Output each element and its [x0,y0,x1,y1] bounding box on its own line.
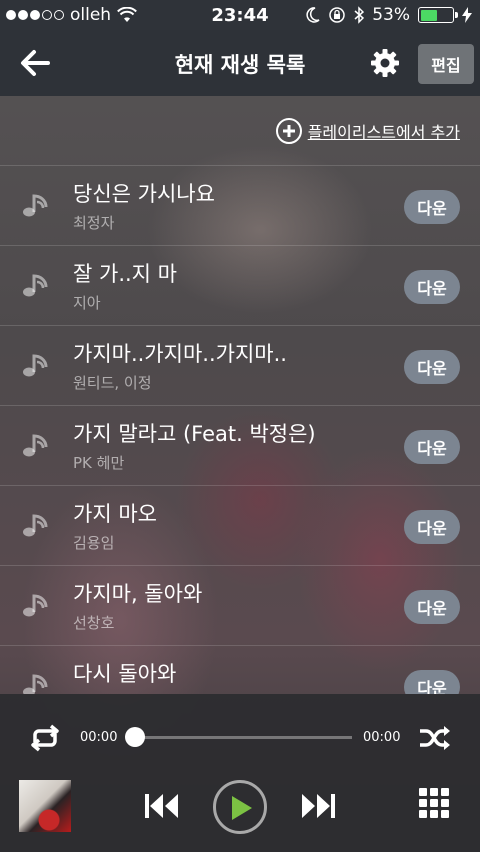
download-button[interactable]: 다운 [404,510,460,544]
music-note-icon [23,434,48,457]
song-title: 잘 가..지 마 [73,262,177,286]
album-art-thumbnail[interactable] [19,780,71,832]
music-note-icon [23,514,48,537]
song-artist: 원티드, 이정 [73,374,152,392]
play-icon [232,796,252,820]
download-button[interactable]: 다운 [404,350,460,384]
progress-track[interactable] [134,736,352,739]
rotation-lock-icon [329,7,345,23]
status-bar: olleh 23:44 53% [0,0,480,30]
song-row[interactable]: 가지 마오김용임 다운 [0,486,480,566]
repeat-icon[interactable] [28,724,62,752]
battery-percent: 53% [372,5,410,25]
battery-icon [418,7,458,23]
download-button[interactable]: 다운 [404,430,460,464]
previous-icon[interactable] [144,792,180,820]
song-title: 당신은 가시나요 [73,182,215,206]
song-artist: 지아 [73,294,101,312]
song-title: 가지마..가지마..가지마.. [73,342,287,366]
song-row[interactable]: 다시 돌아와원티드다운 [0,646,480,694]
page-title: 현재 재생 목록 [174,53,306,77]
header-bar: 현재 재생 목록 편집 [0,30,480,96]
song-artist: 김용임 [73,534,115,552]
play-button[interactable] [213,780,267,834]
music-note-icon [23,194,48,217]
download-button[interactable]: 다운 [404,670,460,694]
grid-menu-icon[interactable] [419,788,449,818]
song-row[interactable]: 가지마, 돌아와선창호 다운 [0,566,480,646]
song-title: 가지마, 돌아와 [73,582,203,606]
song-row[interactable]: 가지마..가지마..가지마.. 원티드, 이정 다운 [0,326,480,406]
download-button[interactable]: 다운 [404,270,460,304]
elapsed-time: 00:00 [80,730,118,745]
player-bar: 00:00 00:00 [0,694,480,852]
moon-icon [306,7,320,23]
song-title: 다시 돌아와 [73,662,177,686]
song-artist: 선창호 [73,614,115,632]
plus-circle-icon [275,118,302,144]
charging-bolt-icon [462,7,472,23]
duration-time: 00:00 [363,730,401,745]
song-row[interactable]: 잘 가..지 마지아 다운 [0,246,480,326]
status-right: 53% [306,5,472,25]
next-icon[interactable] [300,792,336,820]
music-note-icon [23,674,48,694]
music-note-icon [23,274,48,297]
song-row[interactable]: 당신은 가시나요최정자 다운 [0,166,480,246]
add-from-playlist-label: 플레이리스트에서 추가 [307,123,460,142]
music-note-icon [23,354,48,377]
progress-thumb[interactable] [125,727,145,747]
song-artist: PK 헤만 [73,454,125,472]
song-artist: 최정자 [73,214,115,232]
edit-button[interactable]: 편집 [418,44,474,84]
song-title: 가지 마오 [73,502,157,526]
download-button[interactable]: 다운 [404,190,460,224]
shuffle-icon[interactable] [418,724,452,752]
bluetooth-icon [354,6,365,24]
song-row[interactable]: 가지 말라고 (Feat. 박정은) PK 헤만 다운 [0,406,480,486]
music-note-icon [23,594,48,617]
download-button[interactable]: 다운 [404,590,460,624]
add-from-playlist-link[interactable]: 플레이리스트에서 추가 [275,118,460,144]
song-title: 가지 말라고 (Feat. 박정은) [73,422,316,446]
song-list[interactable]: 당신은 가시나요 최정자 다운 잘 가..지 마 지아 다운 가지마..가지마..가지마..… [0,166,480,694]
add-playlist-row: 플레이리스트에서 추가 [0,96,480,166]
gear-icon[interactable] [370,48,400,78]
